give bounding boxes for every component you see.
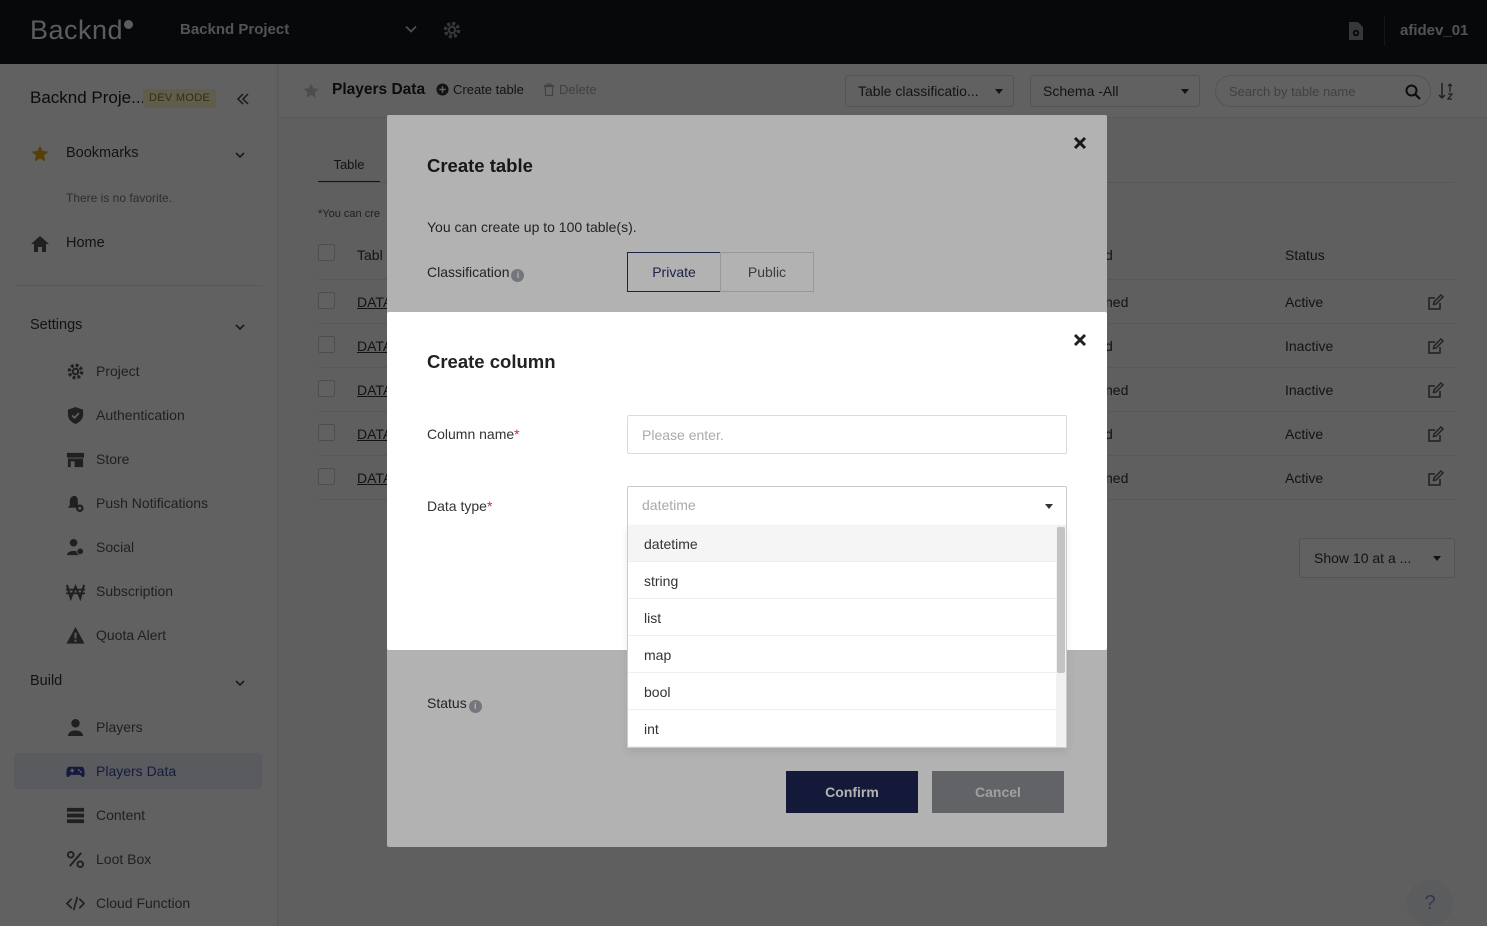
data-type-value: datetime <box>642 497 696 513</box>
dropdown-option-list[interactable]: list <box>628 599 1057 636</box>
dropdown-option-int[interactable]: int <box>628 710 1057 747</box>
dropdown-option-map[interactable]: map <box>628 636 1057 673</box>
dropdown-scrollbar[interactable] <box>1056 525 1066 747</box>
dropdown-option-string[interactable]: string <box>628 562 1057 599</box>
data-type-select[interactable]: datetime <box>627 486 1067 525</box>
dropdown-option-bool[interactable]: bool <box>628 673 1057 710</box>
close-icon[interactable] <box>1073 333 1087 347</box>
column-name-label: Column name* <box>427 426 520 442</box>
data-type-label: Data type* <box>427 498 492 514</box>
required-mark: * <box>514 426 520 442</box>
data-type-dropdown: datetime string list map bool int <box>627 525 1067 748</box>
dropdown-option-datetime[interactable]: datetime <box>628 525 1057 562</box>
column-name-input[interactable] <box>627 415 1067 454</box>
required-mark: * <box>486 498 493 514</box>
column-name-label-text: Column name <box>427 426 515 442</box>
data-type-label-text: Data type <box>427 498 487 514</box>
dropdown-scrollbar-thumb[interactable] <box>1057 527 1065 673</box>
create-column-title: Create column <box>427 351 556 372</box>
caret-down-icon[interactable] <box>1045 504 1053 509</box>
